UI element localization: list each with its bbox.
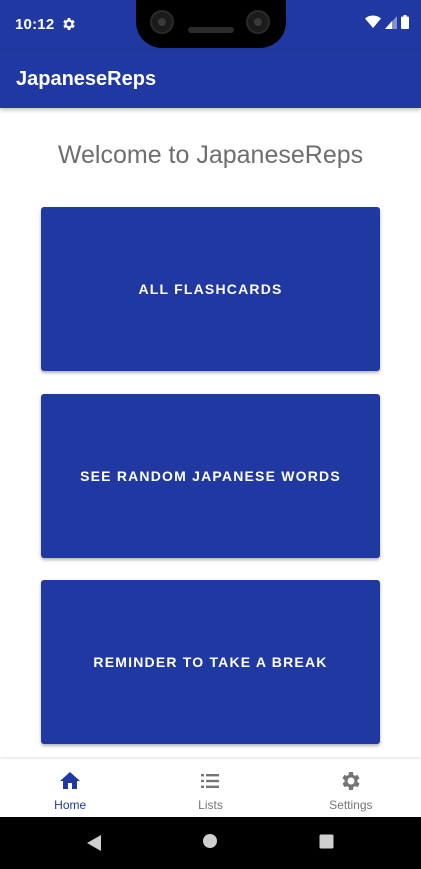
bottom-navigation: Home Lists Settings [0, 759, 421, 817]
system-navigation-bar [0, 817, 421, 869]
nav-item-lists[interactable]: Lists [140, 759, 280, 817]
camera-notch [136, 0, 286, 48]
earpiece-speaker [188, 27, 234, 33]
home-circle-icon[interactable] [202, 833, 218, 849]
app-bar: JapaneseReps [0, 50, 421, 108]
settings-icon [342, 772, 360, 790]
break-reminder-button[interactable]: REMINDER TO TAKE A BREAK [41, 580, 380, 744]
home-icon [60, 772, 81, 789]
wifi-icon [365, 15, 381, 28]
nav-item-settings[interactable]: Settings [281, 759, 421, 817]
recents-icon[interactable] [319, 834, 334, 849]
nav-label-settings: Settings [329, 798, 373, 812]
gear-icon [63, 18, 75, 30]
status-bar: 10:12 [0, 0, 421, 50]
nav-label-home: Home [54, 798, 87, 812]
front-camera-icon [246, 10, 270, 34]
random-japanese-words-button[interactable]: SEE RANDOM JAPANESE WORDS [41, 394, 380, 558]
nav-label-lists: Lists [198, 798, 223, 812]
back-icon[interactable] [86, 834, 102, 852]
app-title: JapaneseReps [16, 68, 157, 90]
list-icon [201, 774, 220, 788]
nav-item-home[interactable]: Home [0, 759, 140, 817]
battery-icon [401, 15, 409, 29]
welcome-heading: Welcome to JapaneseReps [57, 141, 364, 169]
app-screen: 10:12 JapaneseReps Welcome to JapaneseRe… [0, 0, 421, 869]
signal-icon [385, 15, 397, 29]
front-camera-icon [150, 10, 174, 34]
status-time: 10:12 [15, 16, 55, 33]
all-flashcards-button[interactable]: ALL FLASHCARDS [41, 207, 380, 371]
status-icons [365, 15, 409, 29]
